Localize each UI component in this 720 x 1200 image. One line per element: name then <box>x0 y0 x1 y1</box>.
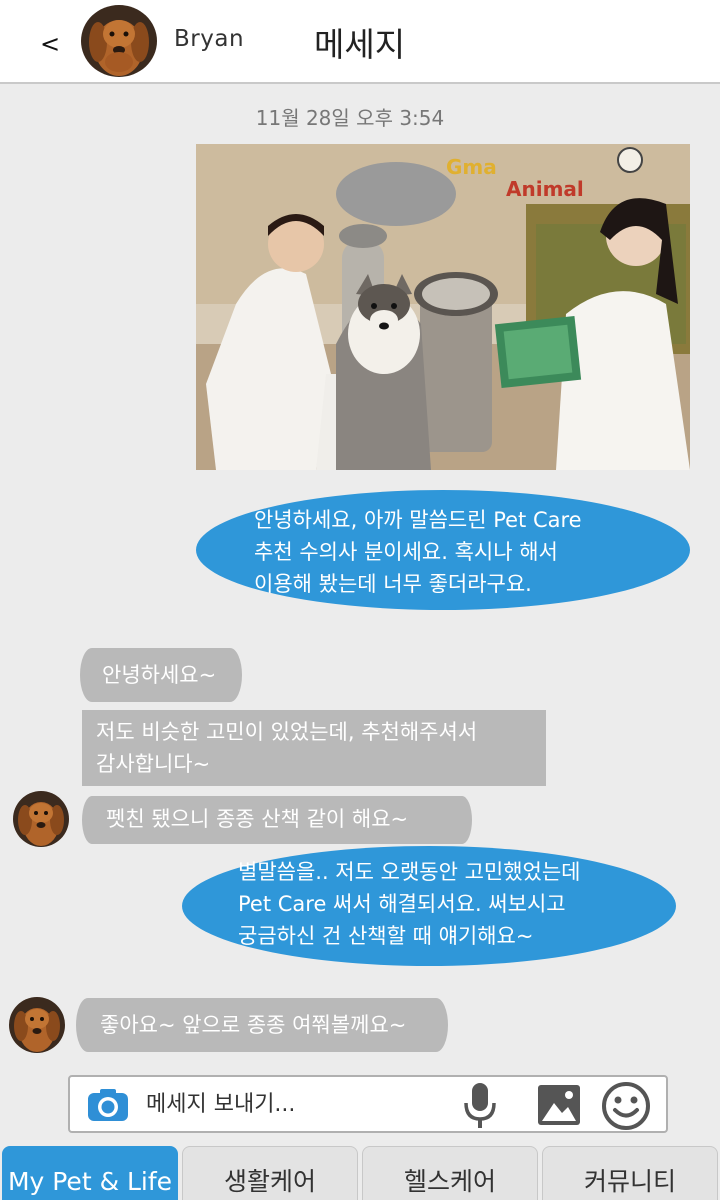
tab-my-pet-life[interactable]: My Pet & Life <box>2 1146 178 1200</box>
message-bubble-received[interactable]: 저도 비슷한 고민이 있었는데, 추천해주셔서 감사합니다~ <box>82 710 546 786</box>
back-button[interactable]: < <box>38 24 62 68</box>
message-input[interactable] <box>146 1085 506 1123</box>
message-timestamp: 11월 28일 오후 3:54 <box>255 106 445 130</box>
smiley-icon[interactable] <box>600 1081 652 1131</box>
message-bubble-received[interactable]: 안녕하세요~ <box>80 648 242 702</box>
message-bubble-received[interactable]: 좋아요~ 앞으로 종종 여쭤볼께요~ <box>76 998 448 1052</box>
shared-photo[interactable]: Gma Animal <box>196 144 690 470</box>
svg-text:Animal: Animal <box>506 177 584 201</box>
message-bubble-sent[interactable]: 안녕하세요, 아까 말씀드린 Pet Care 추천 수의사 분이세요. 혹시나… <box>196 490 690 610</box>
contact-avatar[interactable] <box>80 4 158 78</box>
tab-life-care[interactable]: 생활케어 <box>182 1146 358 1200</box>
microphone-icon[interactable] <box>462 1081 498 1131</box>
message-composer <box>68 1075 668 1133</box>
tab-community[interactable]: 커뮤니티 <box>542 1146 718 1200</box>
camera-icon[interactable] <box>86 1087 130 1123</box>
image-icon[interactable] <box>536 1083 582 1127</box>
contact-avatar-small[interactable] <box>8 996 66 1054</box>
page-title: 메세지 <box>314 25 406 64</box>
message-bubble-received[interactable]: 펫친 됐으니 종종 산책 같이 해요~ <box>82 796 472 844</box>
tab-health-care[interactable]: 헬스케어 <box>362 1146 538 1200</box>
svg-text:Gma: Gma <box>446 155 497 179</box>
contact-avatar-small[interactable] <box>12 790 70 848</box>
message-bubble-sent[interactable]: 별말씀을.. 저도 오랫동안 고민했었는데 Pet Care 써서 해결되서요.… <box>182 846 676 966</box>
contact-name: Bryan <box>174 26 245 52</box>
chat-header: < Bryan 메세지 <box>0 0 720 84</box>
